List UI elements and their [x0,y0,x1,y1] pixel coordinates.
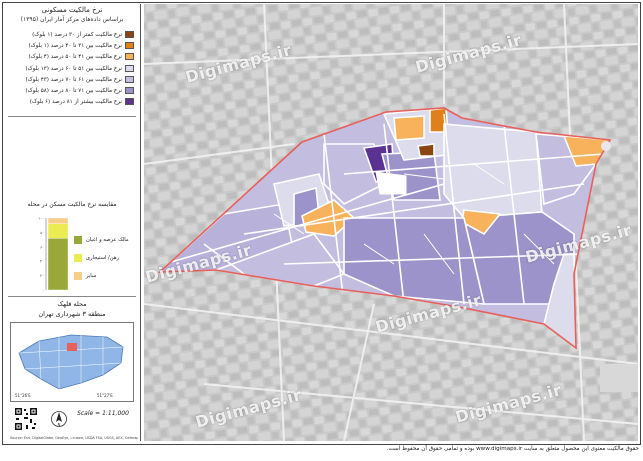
legend-item: نرخ مالکیت بین ۵۱ تا ۶۰ درصد (۱۳ بلوک) [8,64,136,74]
chart-y-tick: ۱۰۰ [38,217,44,221]
map-title: نرخ مالکیت مسکونی [41,6,103,14]
legend-item: نرخ مالکیت بین ۶۱ تا ۷۰ درصد (۴۳ بلوک) [8,75,136,85]
legend-swatch [125,75,134,83]
north-arrow: N [50,410,68,428]
chart-legend: مالک عرصه و اعیان رهن/ استیجاری سایر [74,236,138,290]
footer-copyright: حقوق مالکیت معنوی این محصول متعلق به سای… [386,446,639,452]
legend-item: نرخ مالکیت بین ۷۱ تا ۸۰ درصد (۵۸ بلوک) [8,86,136,96]
neighborhood-name: محله قلهک [57,300,87,308]
inset-tick: 51°26'E [15,393,31,398]
chart-y-tick: ۸۰ [40,231,44,235]
map-legend: نرخ مالکیت کمتر از ۳۰ درصد (۱ بلوک) نرخ … [8,30,136,108]
inset-tick: 51°27'E [97,393,113,398]
chart-legend-item: رهن/ استیجاری [74,254,138,264]
chart-bar-segment [47,217,69,224]
study-area-marker [67,343,77,351]
chart-bar-segment [47,237,69,291]
legend-item: نرخ مالکیت کمتر از ۳۰ درصد (۱ بلوک) [8,30,136,40]
map-title-block: نرخ مالکیت مسکونی براساس داده‌های مرکز آ… [6,6,138,24]
chart-y-tick: ۰ [42,289,44,293]
qr-code[interactable] [14,407,38,431]
chart-legend-swatch [74,272,82,280]
north-label: N [58,423,61,428]
scale-text: Scale = 1:11,000 [77,410,129,417]
legend-swatch [125,53,134,61]
chart-y-tick: ۶۰ [40,245,44,249]
legend-item: نرخ مالکیت بین ۳۱ تا ۴۰ درصد (۱ بلوک) [8,41,136,51]
inset-svg: 51°26'E 51°27'E [11,323,133,401]
map-canvas[interactable]: Digimaps.ir Digimaps.ir Digimaps.ir Digi… [144,4,638,441]
legend-swatch [125,42,134,50]
locator-inset-map: 51°26'E 51°27'E [10,322,134,402]
legend-swatch [125,86,134,94]
imagery-credit: Source: Esri, DigitalGlobe, GeoEye, i-cu… [10,436,138,440]
legend-swatch [125,31,134,38]
chart-legend-item: مالک عرصه و اعیان [74,236,138,246]
chart-legend-swatch [74,254,82,262]
chart-bar-segment [47,223,69,239]
chart-title: مقایسه نرخ مالکیت مسکن در محله [27,201,117,208]
chart-y-tick: ۴۰ [40,260,44,264]
map-sidebar: نرخ مالکیت مسکونی براساس داده‌های مرکز آ… [4,4,141,441]
legend-item: نرخ مالکیت بین ۴۱ تا ۵۰ درصد (۴ بلوک) [8,52,136,62]
district-name: منطقه ۳ شهرداری تهران [38,310,106,318]
chart-y-tick: ۲۰ [40,274,44,278]
divider [8,296,136,297]
map-subtitle: براساس داده‌های مرکز آمار ایران (۱۳۹۵) [20,16,124,23]
chart-legend-swatch [74,236,82,244]
divider [8,116,136,117]
chart-legend-item: سایر [74,272,138,282]
legend-item: نرخ مالکیت بیشتر از ۸۱ درصد (۶ بلوک) [8,97,136,107]
legend-swatch [125,98,134,106]
legend-swatch [125,64,134,72]
